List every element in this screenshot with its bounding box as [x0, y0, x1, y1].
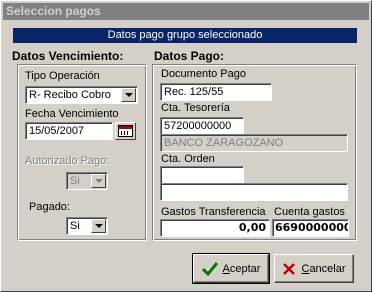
banco-name-field: BANCO ZARAGOZANO: [160, 134, 348, 152]
gastos-transferencia-input[interactable]: 0,00: [160, 219, 270, 237]
accept-button[interactable]: Aceptar: [192, 253, 270, 284]
cta-orden-name-field: [160, 183, 348, 201]
cta-tesoreria-label: Cta. Tesorería: [161, 102, 230, 114]
selection-dialog: Seleccion pagos Datos pago grupo selecci…: [0, 0, 372, 292]
chevron-down-icon[interactable]: [91, 219, 106, 233]
x-icon: [283, 262, 296, 275]
chevron-down-icon: [91, 174, 106, 188]
header-banner: Datos pago grupo seleccionado: [13, 28, 357, 43]
tipo-operacion-value: R- Recibo Cobro: [29, 89, 111, 101]
fecha-vencimiento-label: Fecha Vencimiento: [25, 108, 119, 120]
calendar-button[interactable]: [115, 122, 136, 140]
accept-label: Aceptar: [222, 262, 261, 275]
pagado-select[interactable]: Si: [66, 217, 108, 235]
window-title: Seleccion pagos: [3, 3, 369, 20]
autorizado-pago-value: Si: [70, 175, 80, 187]
pago-section-title: Datos Pago:: [154, 49, 225, 63]
calendar-icon: [118, 125, 133, 137]
gastos-transferencia-label: Gastos Transferencia: [161, 206, 266, 218]
autorizado-pago-select: Si: [66, 172, 108, 190]
cuenta-gastos-label: Cuenta gastos: [274, 206, 345, 218]
cuenta-gastos-input[interactable]: 66900000000: [272, 219, 349, 237]
documento-pago-label: Documento Pago: [161, 68, 246, 80]
tipo-operacion-label: Tipo Operación: [25, 70, 100, 82]
autorizado-pago-label: Autorizado Pago:: [25, 155, 110, 167]
cta-orden-input[interactable]: [160, 166, 244, 184]
cancel-button[interactable]: Cancelar: [274, 254, 354, 283]
chevron-down-icon[interactable]: [121, 88, 136, 102]
cta-orden-label: Cta. Orden: [161, 153, 215, 165]
cta-tesoreria-input[interactable]: 57200000000: [160, 117, 244, 135]
checkmark-icon: [201, 261, 218, 276]
cancel-label: Cancelar: [301, 262, 346, 275]
pagado-label: Pagado:: [29, 201, 70, 213]
fecha-vencimiento-input[interactable]: 15/05/2007: [25, 122, 113, 140]
pagado-value: Si: [70, 220, 80, 232]
documento-pago-input[interactable]: Rec. 125/55: [160, 83, 272, 101]
tipo-operacion-select[interactable]: R- Recibo Cobro: [25, 86, 138, 104]
vencimiento-section-title: Datos Vencimiento:: [12, 49, 124, 63]
